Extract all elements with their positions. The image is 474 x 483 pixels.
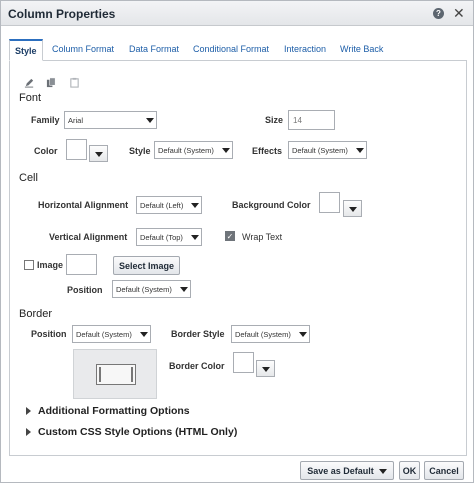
border-color-dropdown-button[interactable]	[256, 360, 275, 377]
font-effects-label: Effects	[252, 146, 283, 156]
border-style-label: Border Style	[171, 329, 225, 339]
tab-interaction[interactable]: Interaction	[279, 39, 331, 61]
font-color-swatch[interactable]	[66, 139, 87, 160]
chevron-down-icon	[140, 332, 148, 337]
border-preview[interactable]	[73, 349, 157, 399]
border-section-heading: Border	[19, 308, 53, 320]
tab-bar: Style Column Format Data Format Conditio…	[9, 39, 467, 61]
wrap-text-checkbox[interactable]: ✓	[225, 231, 235, 241]
border-color-swatch[interactable]	[233, 352, 254, 373]
background-color-swatch[interactable]	[319, 192, 340, 213]
tab-style[interactable]: Style	[9, 39, 43, 61]
horizontal-alignment-label: Horizontal Alignment	[38, 200, 129, 210]
dialog-titlebar: Column Properties ? ✕	[1, 1, 473, 26]
font-effects-select[interactable]: Default (System)	[288, 141, 367, 159]
chevron-down-icon	[180, 287, 188, 292]
edit-pencil-icon[interactable]	[24, 77, 35, 88]
custom-css-style-options-expander[interactable]: Custom CSS Style Options (HTML Only)	[38, 426, 237, 438]
help-icon[interactable]: ?	[433, 8, 444, 19]
image-preview-box[interactable]	[66, 254, 97, 275]
chevron-down-icon	[191, 235, 199, 240]
tab-data-format[interactable]: Data Format	[124, 39, 184, 61]
font-style-label: Style	[129, 146, 151, 156]
column-properties-dialog: Column Properties ? ✕ Style Column Forma…	[0, 0, 474, 483]
tab-column-format[interactable]: Column Format	[47, 39, 119, 61]
chevron-down-icon	[378, 469, 387, 475]
image-checkbox[interactable]	[24, 260, 34, 270]
horizontal-alignment-select[interactable]: Default (Left)	[136, 196, 202, 214]
background-color-dropdown-button[interactable]	[343, 200, 362, 217]
wrap-text-label: Wrap Text	[242, 232, 283, 242]
image-position-select[interactable]: Default (System)	[112, 280, 191, 298]
border-preview-cell	[96, 364, 136, 385]
background-color-label: Background Color	[232, 200, 311, 210]
chevron-down-icon	[191, 203, 199, 208]
chevron-down-icon	[299, 332, 307, 337]
chevron-down-icon	[146, 118, 154, 123]
chevron-down-icon	[262, 367, 270, 372]
expand-triangle-icon[interactable]	[26, 428, 31, 436]
border-color-label: Border Color	[169, 361, 225, 371]
close-icon[interactable]: ✕	[453, 5, 465, 21]
vertical-alignment-label: Vertical Alignment	[49, 232, 128, 242]
ok-button[interactable]: OK	[399, 461, 420, 480]
tab-write-back[interactable]: Write Back	[335, 39, 388, 61]
cell-section-heading: Cell	[19, 172, 38, 184]
chevron-down-icon	[356, 148, 364, 153]
additional-formatting-options-expander[interactable]: Additional Formatting Options	[38, 405, 190, 417]
border-position-label: Position	[31, 329, 67, 339]
font-color-dropdown-button[interactable]	[89, 145, 108, 162]
font-color-label: Color	[34, 146, 58, 156]
chevron-down-icon	[95, 152, 103, 157]
font-style-select[interactable]: Default (System)	[154, 141, 233, 159]
save-as-default-button[interactable]: Save as Default	[300, 461, 394, 480]
size-label: Size	[265, 115, 284, 125]
border-style-select[interactable]: Default (System)	[231, 325, 310, 343]
chevron-down-icon	[222, 148, 230, 153]
font-section-heading: Font	[19, 92, 42, 104]
family-label: Family	[31, 115, 60, 125]
copy-icon[interactable]	[46, 77, 57, 88]
image-position-label: Position	[67, 285, 103, 295]
dialog-title: Column Properties	[8, 7, 116, 21]
vertical-alignment-select[interactable]: Default (Top)	[136, 228, 202, 246]
paste-icon[interactable]	[69, 77, 80, 88]
expand-triangle-icon[interactable]	[26, 407, 31, 415]
chevron-down-icon	[349, 207, 357, 212]
border-position-select[interactable]: Default (System)	[72, 325, 151, 343]
cancel-button[interactable]: Cancel	[424, 461, 464, 480]
font-family-select[interactable]: Arial	[64, 111, 157, 129]
image-label: Image	[37, 260, 64, 270]
font-size-input[interactable]: 14	[288, 110, 335, 130]
select-image-button[interactable]: Select Image	[113, 256, 180, 275]
tab-conditional-format[interactable]: Conditional Format	[188, 39, 274, 61]
